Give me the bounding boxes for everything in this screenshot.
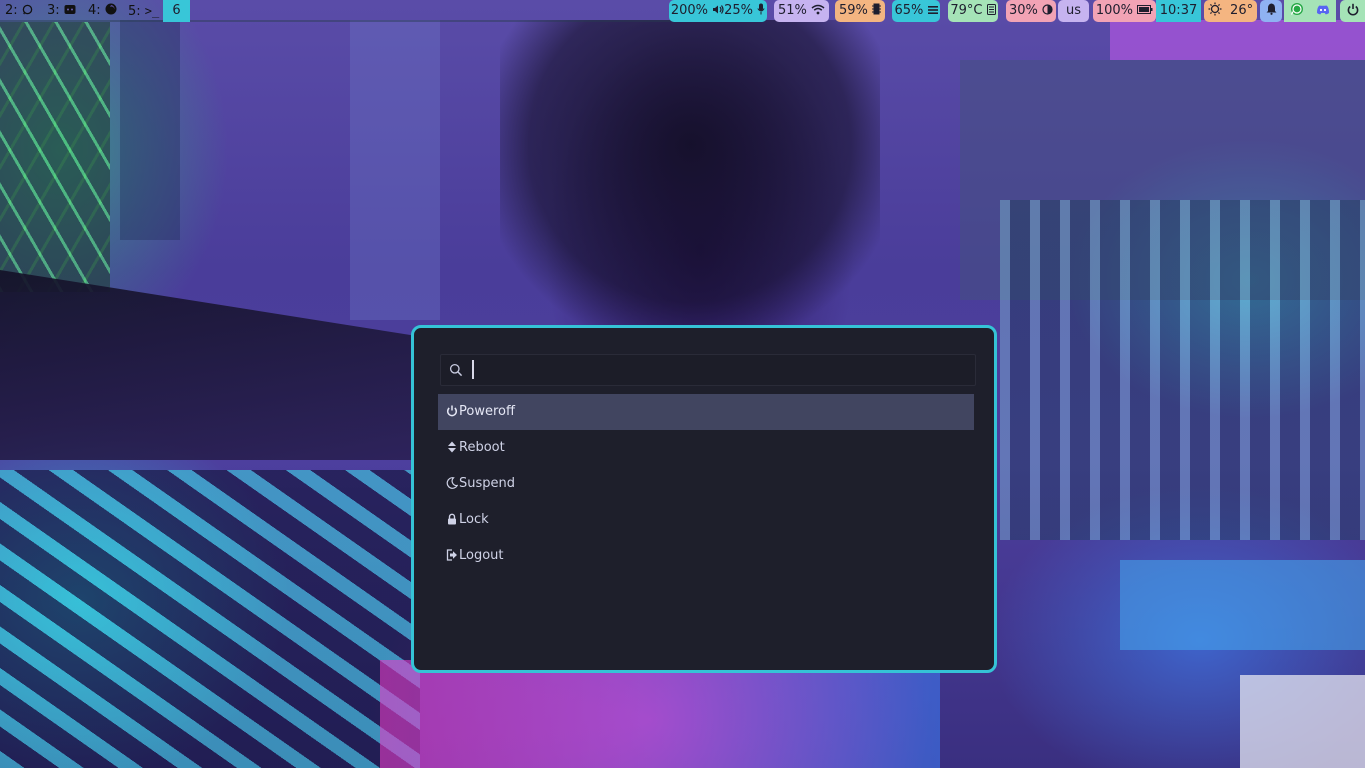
audio-module[interactable]: 200% 25% (669, 0, 767, 22)
power-menu-launcher: Poweroff Reboot Suspend Lock Logout (411, 325, 997, 673)
brightness-value: 30% (1008, 3, 1038, 18)
battery-value: 100% (1095, 3, 1134, 18)
search-box[interactable] (440, 354, 976, 387)
notification-button[interactable] (1260, 0, 1282, 22)
workspace-6-label: 6 (172, 3, 181, 18)
volume-value: 200% (670, 3, 708, 18)
power-icon (446, 405, 458, 417)
menu-item-lock[interactable]: Lock (438, 502, 974, 538)
memory-module[interactable]: 59% (835, 0, 885, 22)
workspace-6-active[interactable]: 6 (163, 0, 190, 22)
cpu-module[interactable]: 65% (892, 0, 940, 22)
clock-value: 10:37 (1159, 3, 1198, 18)
moon-icon (446, 477, 458, 489)
keyboard-layout-module[interactable]: us (1058, 0, 1089, 22)
wifi-value: 51% (777, 3, 807, 18)
power-icon (1347, 3, 1358, 16)
search-icon (449, 363, 463, 377)
discord-icon (64, 5, 76, 14)
speaker-icon (713, 5, 724, 14)
workspace-4[interactable]: 4: (85, 0, 120, 22)
power-menu-button[interactable] (1340, 0, 1365, 22)
menu-item-label: Logout (459, 548, 504, 563)
workspace-2-label: 2: (5, 3, 18, 18)
memory-value: 59% (838, 3, 868, 18)
firefox-icon (105, 3, 117, 15)
tray-whatsapp[interactable] (1284, 0, 1310, 22)
microphone-icon (757, 3, 765, 15)
wifi-icon (811, 4, 825, 15)
battery-module[interactable]: 100% (1093, 0, 1156, 22)
temperature-value: 79°C (950, 3, 983, 18)
thermometer-icon (986, 4, 996, 15)
search-input[interactable] (477, 355, 961, 387)
cpu-value: 65% (894, 3, 924, 18)
temperature-module[interactable]: 79°C (948, 0, 998, 22)
menu-item-label: Lock (459, 512, 489, 527)
reboot-icon (448, 441, 456, 453)
bell-icon (1266, 3, 1276, 15)
weather-module[interactable]: 26° (1204, 0, 1257, 22)
menu-item-logout[interactable]: Logout (438, 538, 974, 574)
memory-icon (872, 3, 882, 15)
cpu-bars-icon (927, 6, 938, 14)
brightness-icon (1042, 4, 1053, 15)
workspace-5[interactable]: 5: >_ (125, 0, 162, 22)
workspace-3-label: 3: (47, 3, 60, 18)
clock-module[interactable]: 10:37 (1156, 0, 1201, 22)
brightness-module[interactable]: 30% (1006, 0, 1056, 22)
menu-item-reboot[interactable]: Reboot (438, 430, 974, 466)
menu-item-suspend[interactable]: Suspend (438, 466, 974, 502)
terminal-icon: >_ (144, 4, 160, 18)
top-bar: 2: 3: 4: 5: >_ 6 200% 25% 51% 59% 65% 79… (0, 0, 1365, 22)
menu-item-label: Reboot (459, 440, 505, 455)
tray-discord[interactable] (1310, 0, 1336, 22)
text-caret (472, 360, 474, 379)
menu-item-label: Suspend (459, 476, 516, 491)
lock-icon (448, 513, 456, 525)
menu-item-label: Poweroff (459, 404, 515, 419)
mic-value: 25% (724, 3, 754, 18)
wifi-module[interactable]: 51% (774, 0, 829, 22)
workspace-4-label: 4: (88, 3, 101, 18)
menu-item-poweroff[interactable]: Poweroff (438, 394, 974, 430)
weather-value: 26° (1230, 3, 1254, 18)
discord-icon (1317, 5, 1329, 15)
workspace-5-label: 5: (128, 4, 141, 19)
keyboard-layout-value: us (1065, 3, 1081, 18)
workspace-2[interactable]: 2: (2, 0, 36, 22)
workspace-3[interactable]: 3: (44, 0, 79, 22)
whatsapp-icon (22, 4, 33, 15)
battery-icon (1137, 5, 1153, 14)
whatsapp-icon (1290, 3, 1303, 15)
logout-icon (446, 549, 457, 561)
sun-icon (1208, 2, 1222, 16)
